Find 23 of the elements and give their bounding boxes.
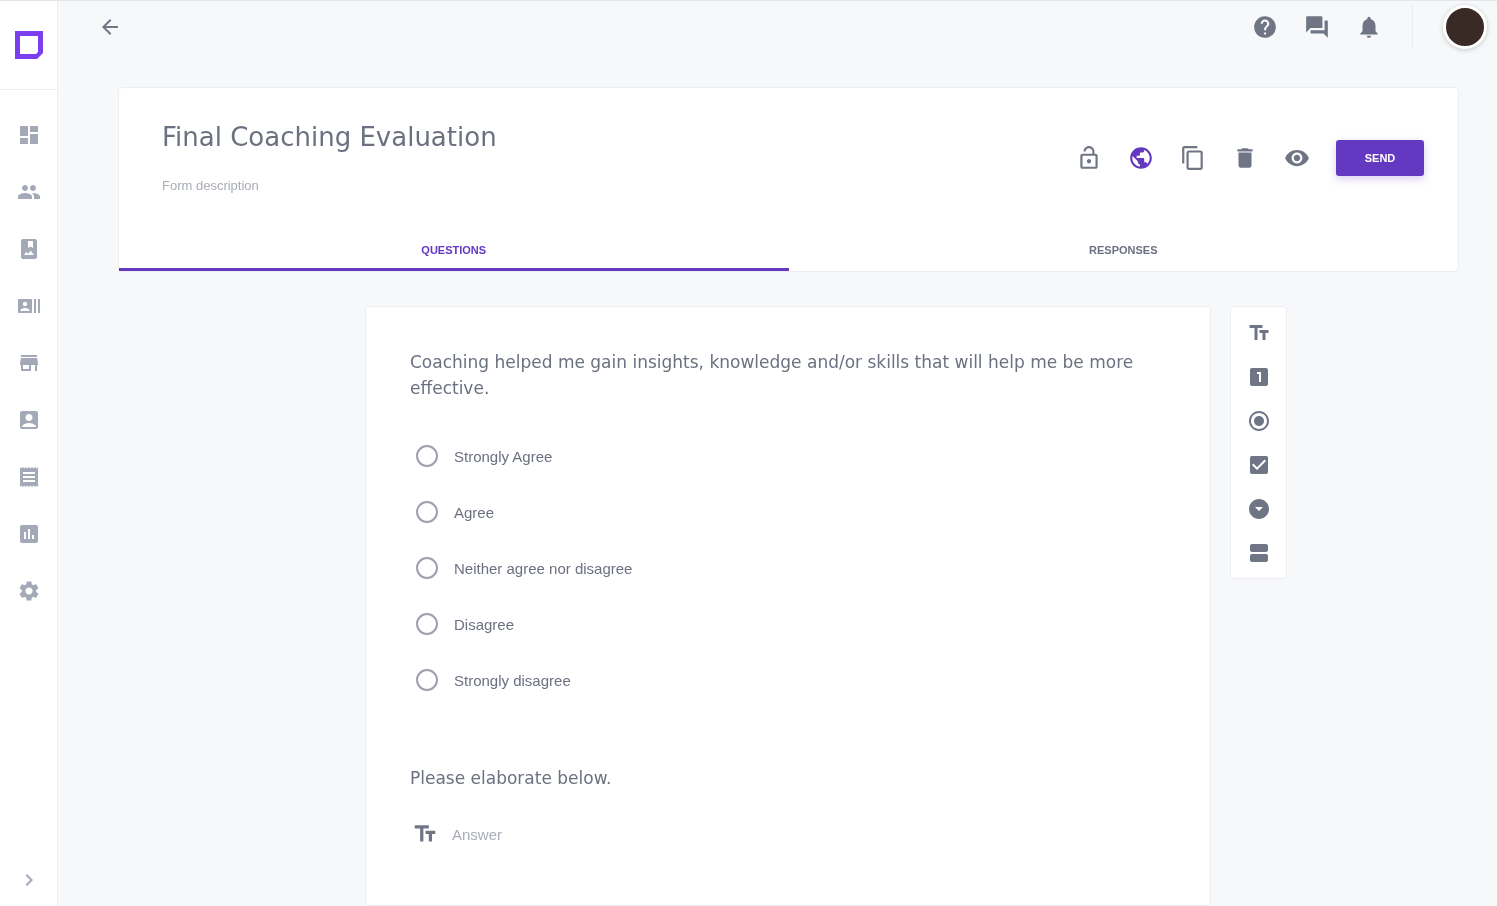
radio-button[interactable] [416, 501, 438, 523]
avatar[interactable] [1443, 4, 1487, 49]
tab[interactable]: QUESTIONS [119, 231, 789, 271]
radio-button[interactable] [416, 557, 438, 579]
radio-button[interactable] [416, 445, 438, 467]
radio-button[interactable] [416, 613, 438, 635]
option-label: Strongly disagree [454, 671, 571, 689]
send-button[interactable]: SEND [1336, 140, 1424, 176]
question-text: Please elaborate below. [410, 767, 613, 790]
copy-icon[interactable] [1180, 145, 1206, 171]
option-label: Agree [454, 503, 495, 521]
dropdown-icon[interactable] [1246, 497, 1271, 521]
radio-button-icon[interactable] [1246, 409, 1271, 433]
globe-icon[interactable] [1128, 145, 1154, 171]
question-text: Coaching helped me gain insights, knowledge and/or skills that will help me be more effective. [410, 351, 1135, 400]
form-title: Final Coaching Evaluation [162, 122, 498, 152]
chat-icon[interactable] [1304, 13, 1330, 40]
radio-button[interactable] [416, 669, 438, 691]
help-icon[interactable] [1252, 13, 1278, 40]
option-label: Neither agree nor disagree [454, 559, 633, 577]
option-label: Strongly Agree [454, 447, 553, 465]
tab[interactable]: RESPONSES [788, 231, 1458, 271]
option-label: Disagree [454, 615, 515, 633]
